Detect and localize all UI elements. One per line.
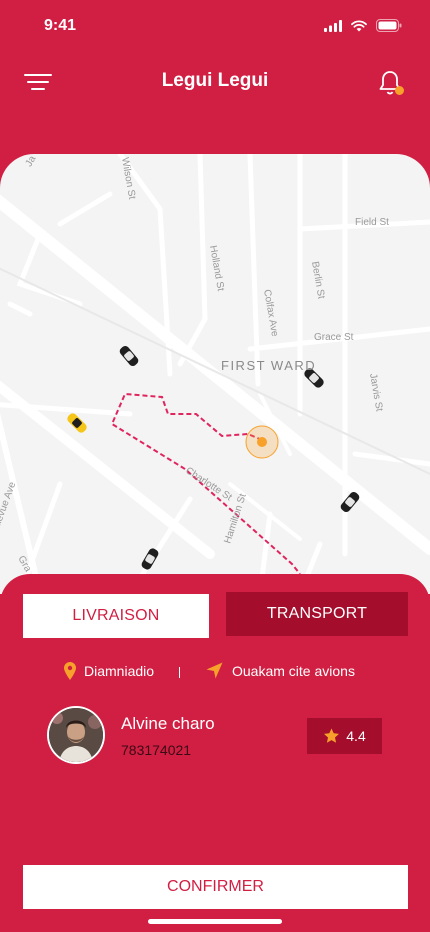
driver-card: Alvine charo 783174021 4.4 <box>0 706 430 766</box>
confirm-button[interactable]: CONFIRMER <box>23 865 408 909</box>
avatar <box>47 706 105 764</box>
route-origin: Diamniadio <box>64 662 154 680</box>
map-label-grace: Grace St <box>314 332 354 343</box>
destination-label: Ouakam cite avions <box>232 662 355 679</box>
map-label-field: Field St <box>355 217 389 228</box>
app-header: Legui Legui <box>0 60 430 104</box>
star-icon <box>324 728 340 743</box>
route-summary: Diamniadio Ouakam cite avions <box>0 662 430 686</box>
status-time: 9:41 <box>44 17 77 34</box>
booking-sheet: LIVRAISON TRANSPORT Diamniadio Ouakam ci… <box>0 574 430 932</box>
map-label-corner-top: Ja <box>24 154 39 169</box>
map-label-ward: FIRST WARD <box>221 358 316 373</box>
battery-icon <box>376 19 402 32</box>
map-label-holland: Holland St <box>207 245 226 293</box>
tab-transport[interactable]: TRANSPORT <box>226 592 408 636</box>
driver-name: Alvine charo <box>121 714 215 733</box>
tab-livraison[interactable]: LIVRAISON <box>23 594 209 638</box>
route-destination: Ouakam cite avions <box>206 662 355 679</box>
map-label-wilson: Wilson St <box>119 157 137 201</box>
service-tabs: LIVRAISON TRANSPORT <box>23 592 408 638</box>
car-icon <box>119 345 139 367</box>
status-bar: 9:41 <box>0 0 430 52</box>
map-label-colfax: Colfax Ave <box>261 289 280 338</box>
map-label-jarvis: Jarvis St <box>367 373 385 413</box>
map-canvas: Ja Wilson St Field St Holland St Berlin … <box>0 154 430 594</box>
pin-icon <box>64 662 76 680</box>
rating-badge: 4.4 <box>307 718 382 754</box>
notifications-button[interactable] <box>378 70 406 98</box>
driver-photo <box>49 708 103 762</box>
taxi-icon <box>67 413 87 433</box>
wifi-icon <box>351 19 367 31</box>
notification-badge <box>395 86 404 95</box>
signal-icon <box>324 19 342 32</box>
status-icons <box>324 19 402 32</box>
driver-phone: 783174021 <box>121 742 192 758</box>
rating-value: 4.4 <box>346 728 366 744</box>
map-view[interactable]: Ja Wilson St Field St Holland St Berlin … <box>0 154 430 594</box>
home-indicator <box>148 919 282 924</box>
car-icon <box>141 548 159 570</box>
navigation-icon <box>206 662 223 679</box>
app-title: Legui Legui <box>161 70 269 91</box>
map-label-berlin: Berlin St <box>309 261 326 300</box>
origin-label: Diamniadio <box>84 663 155 679</box>
route-separator <box>179 667 180 678</box>
